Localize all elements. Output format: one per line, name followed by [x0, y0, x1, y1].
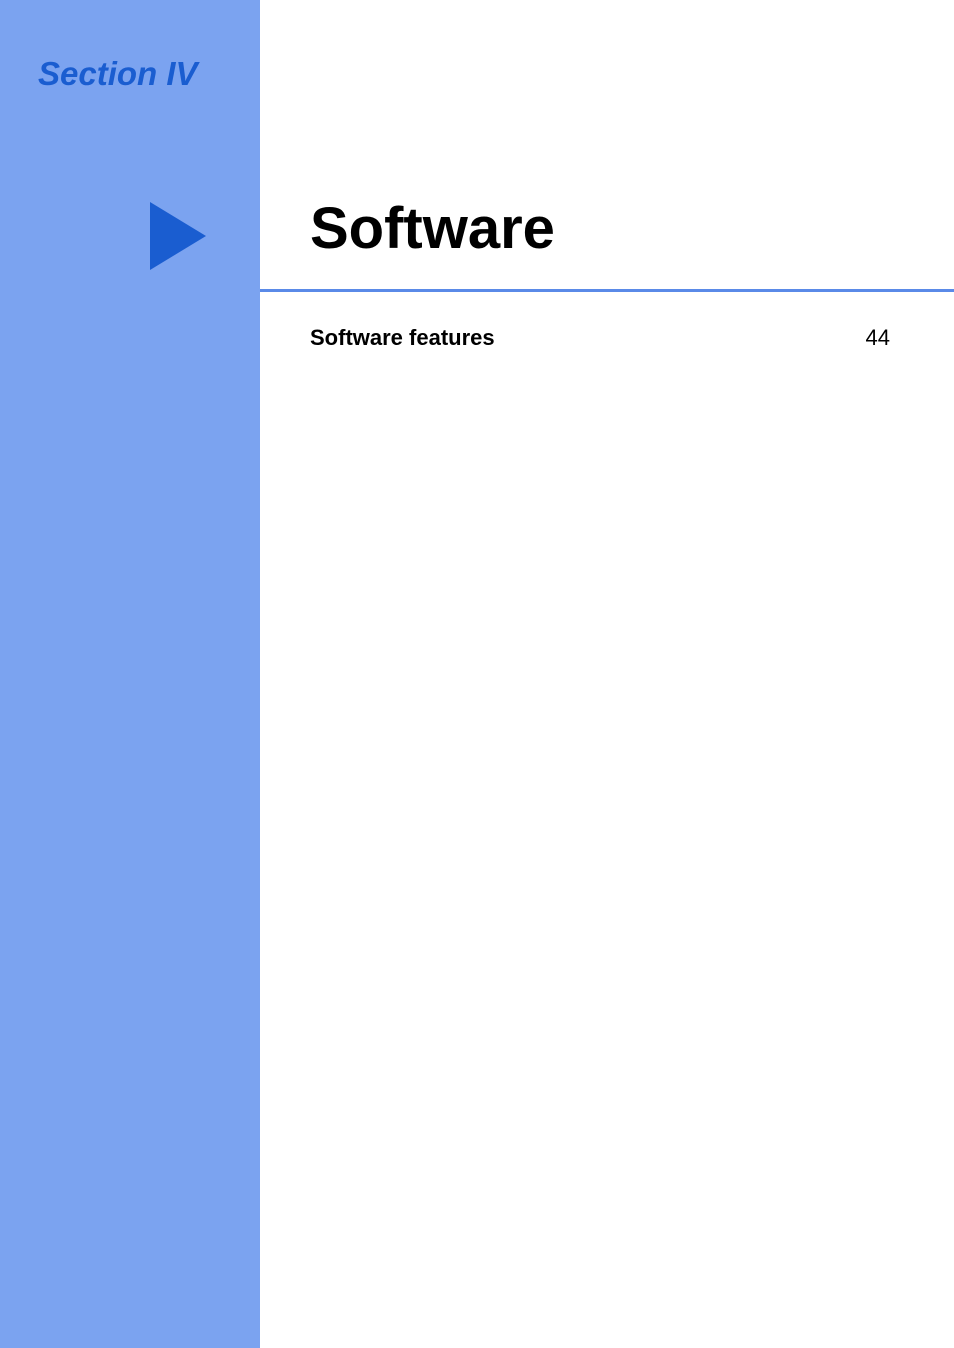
triangle-right-icon: [150, 202, 206, 270]
title-underline: [260, 289, 954, 292]
toc-item-page: 44: [866, 325, 890, 351]
page-title: Software: [310, 195, 555, 262]
toc-row: Software features 44: [310, 325, 890, 351]
sidebar-panel: [0, 0, 260, 1348]
toc-item-label: Software features: [310, 325, 495, 351]
section-label: Section IV: [38, 55, 198, 93]
